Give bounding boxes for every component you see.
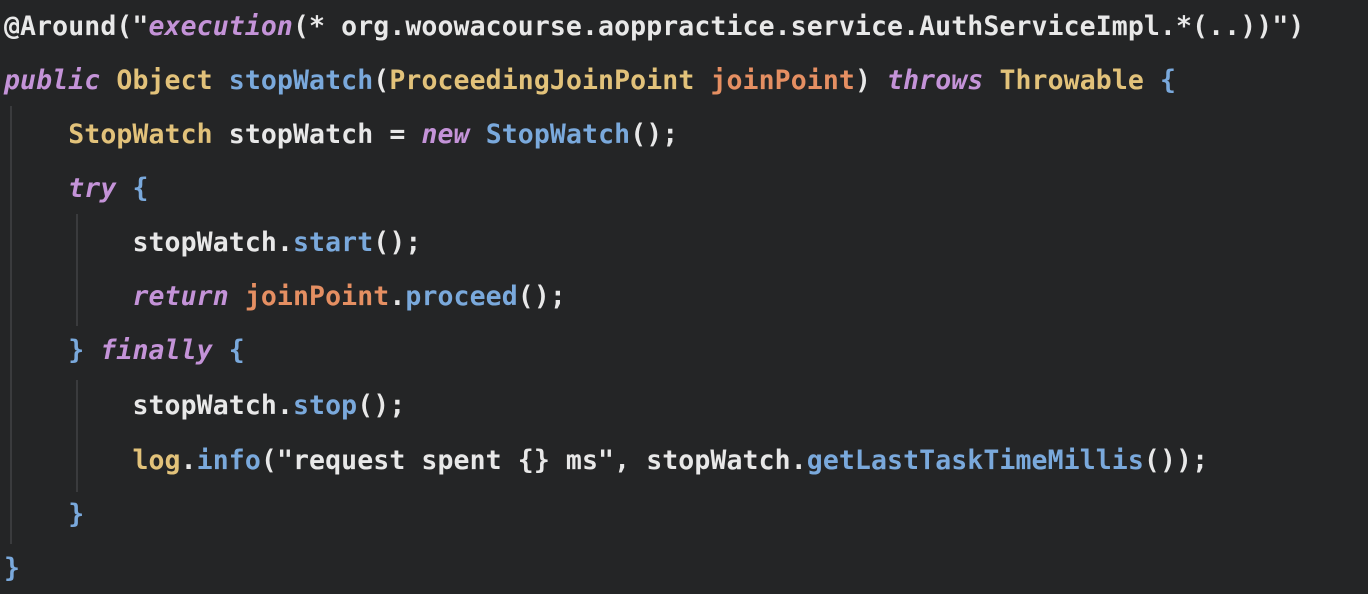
code-token: . (389, 281, 406, 312)
code-token: . (276, 227, 293, 258)
code-token: ("request spent {} ms", (260, 445, 647, 476)
code-token: Throwable (999, 65, 1144, 96)
code-token: { (1143, 65, 1177, 96)
code-line-1: @Around("execution(* org.woowacourse.aop… (4, 0, 1304, 54)
code-token: ) (854, 65, 888, 96)
code-token: } (68, 335, 85, 366)
code-token: (); (373, 227, 422, 258)
code-line-10: } (4, 488, 84, 542)
code-token: try (68, 173, 117, 204)
code-line-4: try { (4, 162, 149, 216)
code-line-3: StopWatch stopWatch = new StopWatch(); (4, 108, 678, 162)
code-token: StopWatch (68, 119, 213, 150)
code-token: return (132, 281, 229, 312)
code-token: new (421, 119, 470, 150)
code-token: proceed (405, 281, 518, 312)
code-token: ( (373, 65, 390, 96)
code-token: stopWatch (132, 390, 277, 421)
code-token: StopWatch (485, 119, 631, 150)
code-token: . (790, 445, 807, 476)
code-token: stop (293, 390, 358, 421)
code-token: joinPoint (244, 281, 390, 312)
code-token: log (132, 445, 181, 476)
code-editor[interactable]: @Around("execution(* org.woowacourse.aop… (0, 0, 1368, 594)
code-token: Object (116, 65, 213, 96)
code-token: getLastTaskTimeMillis (806, 445, 1144, 476)
code-line-5: stopWatch.start(); (4, 216, 421, 270)
code-token: public (4, 65, 101, 96)
code-line-8: stopWatch.stop(); (4, 379, 405, 433)
code-token: ()); (1143, 445, 1209, 476)
code-token: joinPoint (710, 65, 855, 96)
code-token: stopWatch (646, 445, 791, 476)
code-token: (); (630, 119, 679, 150)
code-token: } (68, 499, 85, 530)
code-line-2: public Object stopWatch(ProceedingJoinPo… (4, 54, 1176, 108)
code-token: } (4, 553, 21, 584)
code-token: finally (100, 335, 213, 366)
code-token: stopWatch (212, 119, 390, 150)
code-line-11: } (4, 542, 20, 594)
code-token: = (389, 119, 406, 150)
code-token: execution (148, 11, 293, 42)
code-token: @Around(" (4, 11, 149, 42)
code-line-6: return joinPoint.proceed(); (4, 270, 566, 324)
code-token: . (180, 445, 197, 476)
code-line-7: } finally { (4, 324, 245, 378)
code-line-9: log.info("request spent {} ms", stopWatc… (4, 434, 1208, 488)
code-token: (); (517, 281, 566, 312)
code-token: (* org.woowacourse.aoppractice.service.A… (293, 11, 1305, 42)
code-token: start (293, 227, 374, 258)
code-token: stopWatch (132, 227, 277, 258)
code-token: . (276, 390, 293, 421)
code-token: throws (887, 65, 984, 96)
code-token: info (196, 445, 261, 476)
code-token: stopWatch (228, 65, 374, 96)
code-token: { (212, 335, 245, 366)
code-token: ProceedingJoinPoint (389, 65, 695, 96)
code-token: { (116, 173, 149, 204)
code-token: (); (357, 390, 406, 421)
